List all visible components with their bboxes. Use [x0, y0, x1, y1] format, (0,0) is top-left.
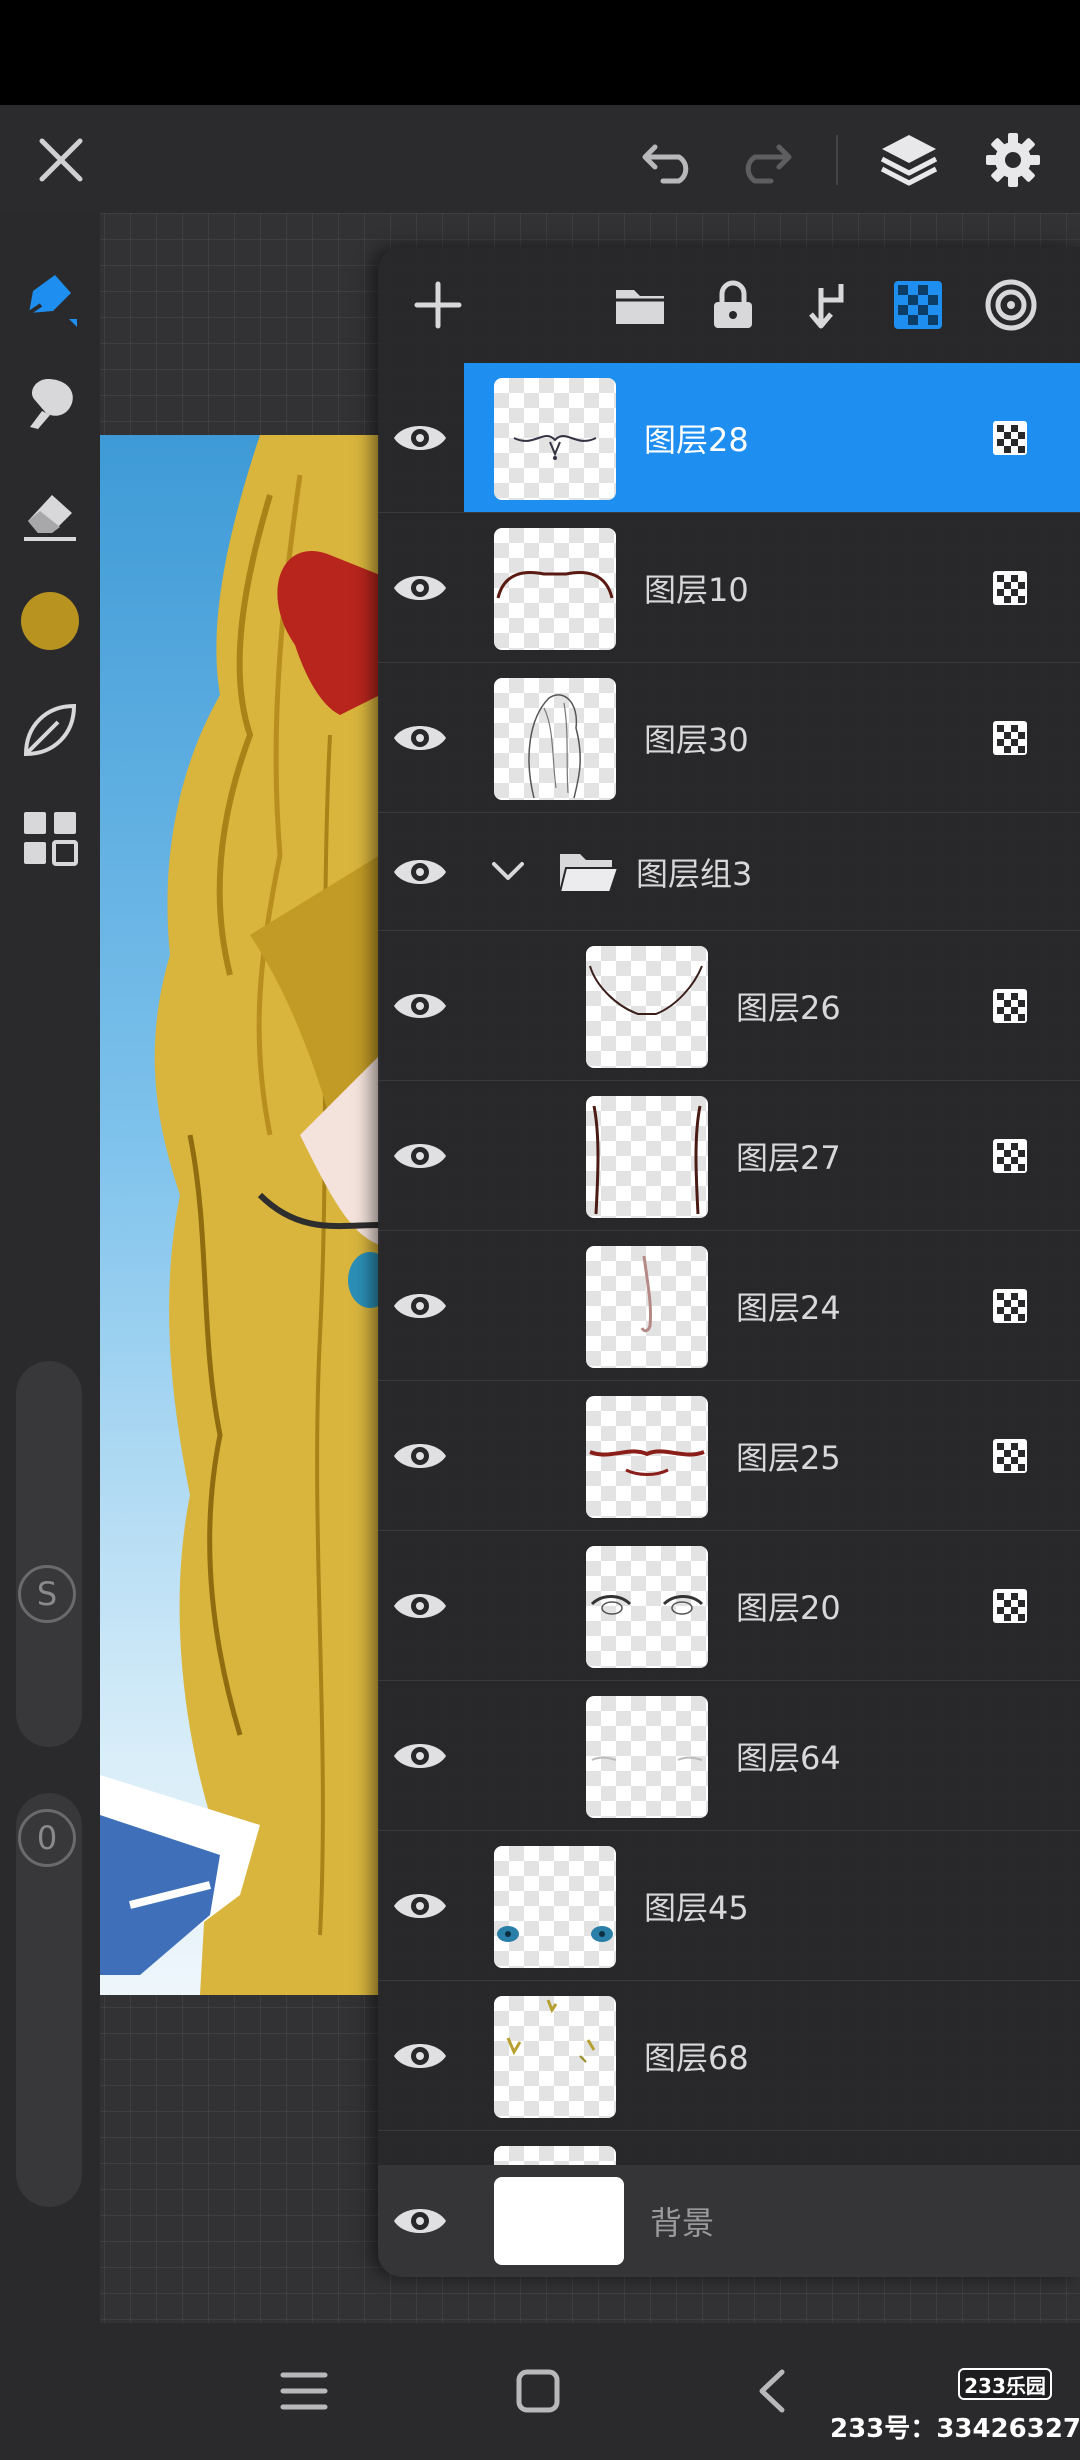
visibility-eye-icon[interactable]: [392, 1736, 448, 1776]
alpha-lock-indicator-icon[interactable]: [992, 570, 1028, 606]
alpha-lock-indicator-icon[interactable]: [992, 720, 1028, 756]
visibility-eye-icon[interactable]: [392, 2201, 448, 2241]
brush-size-slider[interactable]: [16, 1361, 82, 1747]
blend-mode-icon[interactable]: [981, 275, 1041, 335]
close-icon[interactable]: [30, 129, 92, 191]
home-icon[interactable]: [500, 2353, 576, 2429]
layer-row[interactable]: 图层25: [378, 1381, 1080, 1531]
background-layer-row[interactable]: 背景: [378, 2165, 1080, 2277]
layer-thumbnail: [586, 1696, 708, 1818]
menu-icon[interactable]: [266, 2353, 342, 2429]
layers-panel: 图层28 图层10 图层30 图层组3 图层26 图层27 图层24 图层25 …: [378, 247, 1080, 2277]
lock-icon[interactable]: [703, 275, 763, 335]
brush-icon[interactable]: [0, 253, 100, 343]
layers-panel-header: [378, 247, 1080, 363]
back-icon[interactable]: [734, 2353, 810, 2429]
layer-name: 图层68: [644, 2038, 749, 2077]
layer-row[interactable]: 图层45: [378, 1831, 1080, 1981]
layer-row[interactable]: 图层27: [378, 1081, 1080, 1231]
visibility-eye-icon[interactable]: [392, 418, 448, 458]
alpha-lock-indicator-icon[interactable]: [992, 1438, 1028, 1474]
left-toolbar: S 0: [0, 213, 100, 2323]
merge-down-icon[interactable]: [796, 275, 856, 335]
grid-icon[interactable]: [0, 793, 100, 883]
topbar-divider: [836, 135, 838, 185]
leaf-icon[interactable]: [0, 685, 100, 775]
alpha-lock-indicator-icon[interactable]: [992, 1588, 1028, 1624]
alpha-lock-icon[interactable]: [888, 275, 948, 335]
visibility-eye-icon[interactable]: [392, 1286, 448, 1326]
visibility-eye-icon[interactable]: [392, 986, 448, 1026]
folder-icon: [558, 854, 620, 893]
layer-row[interactable]: 图层68: [378, 1981, 1080, 2131]
alpha-lock-indicator-icon[interactable]: [992, 1138, 1028, 1174]
visibility-eye-icon[interactable]: [392, 568, 448, 608]
layer-thumbnail: [586, 1546, 708, 1668]
smudge-icon[interactable]: [0, 358, 100, 448]
layer-thumbnail: [494, 678, 616, 800]
eraser-icon[interactable]: [0, 468, 100, 558]
layer-name: 图层28: [644, 420, 749, 459]
layer-row[interactable]: 图层24: [378, 1231, 1080, 1381]
watermark-text: 233号：33426327: [830, 2414, 1080, 2444]
layers-icon[interactable]: [874, 125, 944, 195]
layer-thumbnail: [586, 1396, 708, 1518]
brush-opacity-label: 0: [18, 1809, 76, 1867]
color-swatch[interactable]: [0, 576, 100, 666]
artwork-canvas[interactable]: [100, 435, 380, 1995]
layer-thumbnail: [586, 1096, 708, 1218]
layer-name: 图层20: [736, 1588, 841, 1627]
redo-icon[interactable]: [728, 129, 798, 191]
layer-name: 图层30: [644, 720, 749, 759]
visibility-eye-icon[interactable]: [392, 1586, 448, 1626]
visibility-eye-icon[interactable]: [392, 2036, 448, 2076]
add-layer-icon[interactable]: [408, 275, 468, 335]
alpha-lock-indicator-icon[interactable]: [992, 1288, 1028, 1324]
top-bar: [0, 105, 1080, 213]
undo-icon[interactable]: [636, 129, 706, 191]
layer-thumbnail: [494, 528, 616, 650]
layer-name: 图层64: [736, 1738, 841, 1777]
layer-group-name: 图层组3: [636, 854, 753, 893]
layer-group-row[interactable]: 图层组3: [378, 813, 1080, 931]
background-thumbnail: [494, 2177, 624, 2265]
brush-size-label: S: [18, 1565, 76, 1623]
layer-thumbnail: [586, 1246, 708, 1368]
layer-row[interactable]: 图层28: [378, 363, 1080, 513]
layer-name: 图层27: [736, 1138, 841, 1177]
visibility-eye-icon[interactable]: [392, 718, 448, 758]
layer-name: 图层10: [644, 570, 749, 609]
layer-name: 图层25: [736, 1438, 841, 1477]
alpha-lock-indicator-icon[interactable]: [992, 420, 1028, 456]
layer-row[interactable]: 图层20: [378, 1531, 1080, 1681]
layer-name: 图层24: [736, 1288, 841, 1327]
visibility-eye-icon[interactable]: [392, 1886, 448, 1926]
gear-icon[interactable]: [978, 125, 1048, 195]
watermark-logo: 233乐园: [958, 2368, 1052, 2400]
layer-row[interactable]: 图层26: [378, 931, 1080, 1081]
layer-thumbnail: [494, 378, 616, 500]
layer-row[interactable]: 图层30: [378, 663, 1080, 813]
layer-thumbnail: [494, 1996, 616, 2118]
layer-thumbnail: [586, 946, 708, 1068]
layer-name: 图层45: [644, 1888, 749, 1927]
status-bar: [0, 0, 1080, 105]
color-swatch-fill: [21, 592, 79, 650]
visibility-eye-icon[interactable]: [392, 1436, 448, 1476]
layer-thumbnail: [494, 1846, 616, 1968]
alpha-lock-indicator-icon[interactable]: [992, 988, 1028, 1024]
layer-row[interactable]: 图层64: [378, 1681, 1080, 1831]
background-layer-name: 背景: [650, 2204, 715, 2242]
layer-name: 图层26: [736, 988, 841, 1027]
folder-icon[interactable]: [610, 275, 670, 335]
layer-row[interactable]: 图层10: [378, 513, 1080, 663]
chevron-down-icon[interactable]: [490, 860, 526, 884]
visibility-eye-icon[interactable]: [392, 1136, 448, 1176]
visibility-eye-icon[interactable]: [392, 852, 448, 892]
